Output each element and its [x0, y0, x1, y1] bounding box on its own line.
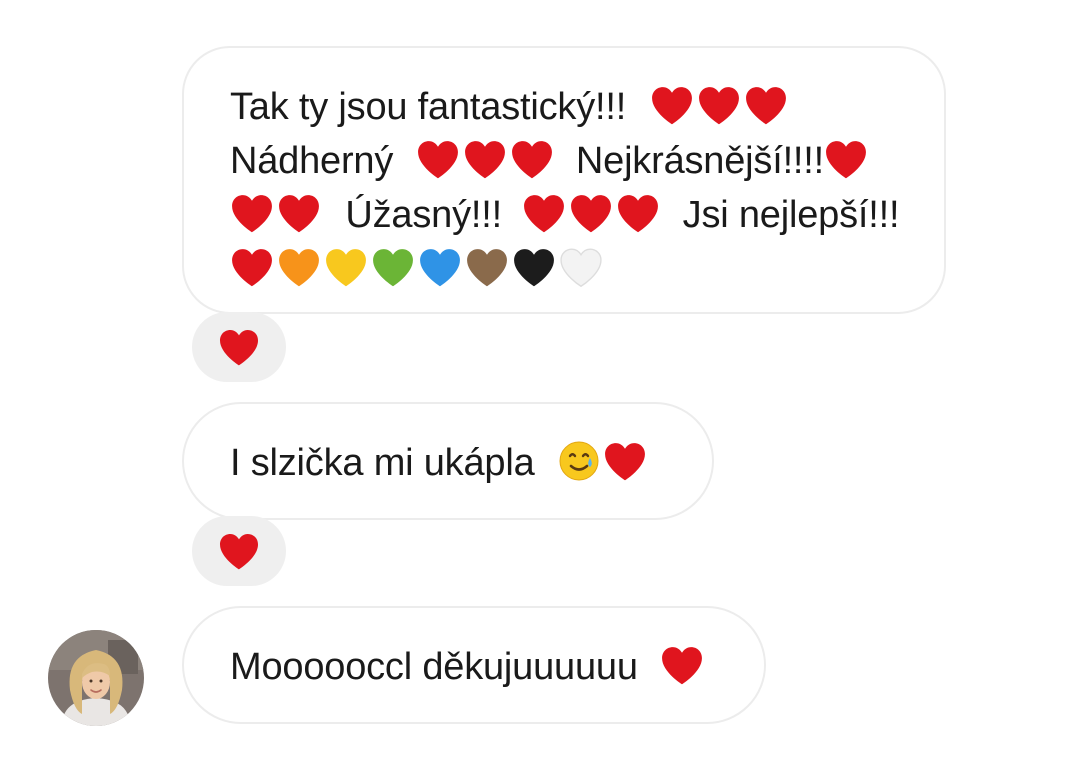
red-heart-icon	[230, 193, 274, 233]
red-heart-icon	[616, 193, 660, 233]
red-heart-icon	[603, 441, 647, 481]
message-text: Tak ty jsou fantastický!!!	[230, 86, 627, 128]
orange-heart-icon	[277, 247, 321, 287]
emoji-group	[230, 194, 345, 236]
red-heart-icon	[650, 85, 694, 125]
message-text: Úžasný!!!	[345, 194, 502, 236]
brown-heart-icon	[465, 247, 509, 287]
message-text: Jsi nejlepší!!!	[682, 194, 900, 236]
message-text: I slzička mi ukápla	[230, 442, 535, 484]
red-heart-icon	[569, 193, 613, 233]
red-heart-icon	[277, 193, 321, 233]
smiling-face-with-tear-icon	[559, 441, 599, 481]
message-line: Nádherný Nejkrásnější!!!!	[230, 134, 900, 188]
red-heart-icon	[230, 247, 274, 287]
red-heart-icon	[218, 532, 260, 570]
message-line: Moooooccl děkujuuuuuu	[230, 640, 764, 694]
avatar[interactable]	[48, 630, 144, 726]
blue-heart-icon	[418, 247, 462, 287]
message-line	[230, 242, 900, 296]
message-bubble[interactable]: I slzička mi ukápla	[182, 402, 714, 520]
emoji-group	[512, 194, 682, 236]
yellow-heart-icon	[324, 247, 368, 287]
red-heart-icon	[522, 193, 566, 233]
message-text: Moooooccl děkujuuuuuu	[230, 646, 638, 688]
red-heart-icon	[660, 645, 704, 685]
red-heart-icon	[416, 139, 460, 179]
green-heart-icon	[371, 247, 415, 287]
red-heart-icon	[824, 139, 868, 179]
white-heart-icon	[559, 247, 603, 287]
emoji-group	[404, 140, 576, 182]
message-line: Tak ty jsou fantastický!!!	[230, 80, 900, 134]
reaction-badge[interactable]	[192, 312, 286, 382]
black-heart-icon	[512, 247, 556, 287]
red-heart-icon	[463, 139, 507, 179]
message-text: Nejkrásnější!!!!	[575, 140, 824, 182]
red-heart-icon	[510, 139, 554, 179]
message-line: I slzička mi ukápla	[230, 436, 712, 490]
message-line: Úžasný!!! Jsi nejlepší!!!	[230, 188, 900, 242]
red-heart-icon	[218, 328, 260, 366]
red-heart-icon	[697, 85, 741, 125]
message-bubble[interactable]: Moooooccl děkujuuuuuu	[182, 606, 766, 724]
reaction-badge[interactable]	[192, 516, 286, 586]
message-bubble[interactable]: Tak ty jsou fantastický!!! Nádherný Nejk…	[182, 46, 946, 314]
emoji-group	[636, 86, 791, 128]
red-heart-icon	[744, 85, 788, 125]
emoji-group	[230, 248, 606, 290]
message-text: Nádherný	[230, 140, 394, 182]
avatar-photo	[48, 630, 144, 726]
